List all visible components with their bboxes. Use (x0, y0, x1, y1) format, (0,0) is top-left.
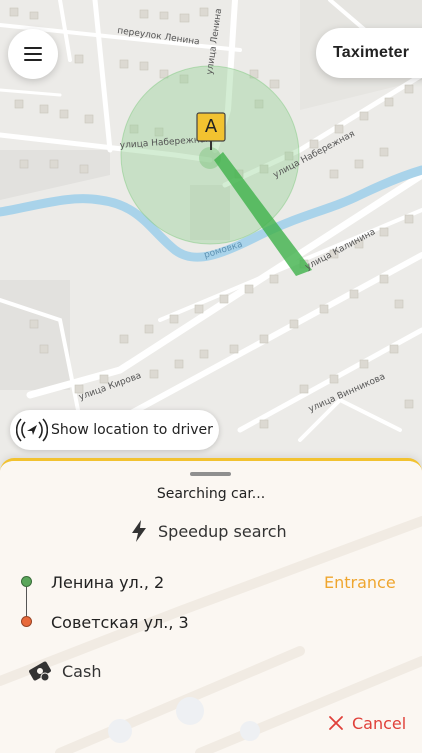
payment-method-label: Cash (62, 661, 102, 681)
speedup-search-label: Speedup search (158, 521, 287, 541)
origin-pin: A (196, 112, 226, 152)
cancel-label: Cancel (352, 713, 407, 733)
order-sheet: Searching car... Speedup search Ленина у… (0, 458, 422, 753)
origin-address[interactable]: Ленина ул., 2 (51, 573, 164, 592)
menu-button[interactable] (8, 29, 58, 79)
search-status: Searching car... (156, 486, 266, 502)
entrance-button[interactable]: Entrance (324, 573, 396, 592)
location-broadcast-icon (16, 414, 48, 446)
taximeter-label: Taximeter (333, 44, 410, 61)
route-connector (26, 587, 27, 619)
taximeter-button[interactable]: Taximeter (316, 28, 422, 78)
pin-label: A (204, 116, 218, 137)
payment-method-button[interactable]: Cash (28, 657, 101, 685)
destination-dot (21, 616, 32, 627)
origin-dot (21, 576, 32, 587)
sheet-drag-handle[interactable] (190, 472, 231, 476)
show-location-button[interactable]: Show location to driver (10, 410, 219, 450)
cancel-button[interactable]: Cancel (328, 710, 406, 736)
speedup-search-button[interactable]: Speedup search (132, 517, 287, 545)
lightning-icon (132, 520, 146, 542)
hamburger-menu-icon (24, 47, 42, 49)
close-icon (329, 716, 343, 730)
destination-address[interactable]: Советская ул., 3 (51, 613, 189, 632)
cash-icon (29, 661, 51, 682)
show-location-label: Show location to driver (51, 422, 213, 438)
